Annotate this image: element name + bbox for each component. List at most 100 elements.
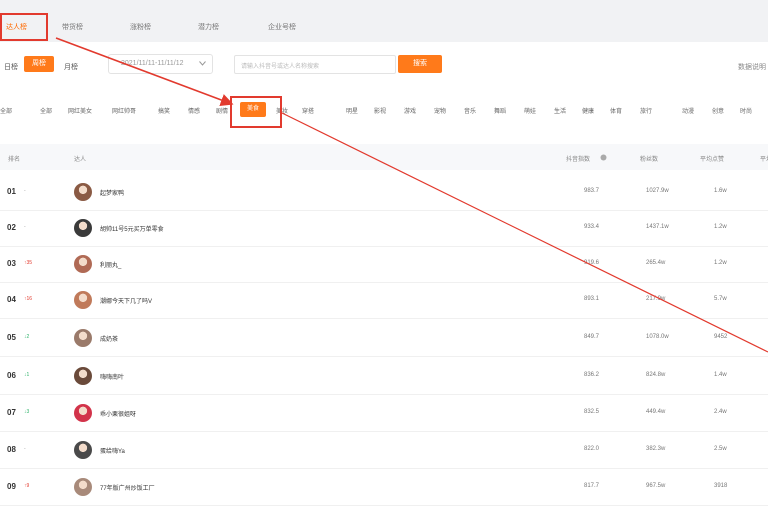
highlight-box-tab — [0, 13, 48, 41]
fans-value: 449.4w — [646, 409, 666, 415]
day-option[interactable]: 日榜 — [4, 62, 18, 72]
index-value: 849.7 — [584, 334, 600, 340]
category-item[interactable]: 宠物 — [434, 106, 446, 115]
category-item[interactable]: 游戏 — [404, 106, 416, 115]
rank-trend: ↑35 — [24, 260, 33, 266]
rank-number: 05 — [7, 333, 16, 342]
likes-value: 2.4w — [714, 409, 727, 415]
avatar[interactable] — [74, 441, 92, 459]
avatar[interactable] — [74, 255, 92, 273]
th-comments: 平均评论 — [760, 157, 768, 163]
category-item[interactable]: 时尚 — [740, 106, 752, 115]
week-option-active[interactable]: 周榜 — [24, 56, 54, 72]
category-item[interactable]: 音乐 — [464, 106, 476, 115]
rank-trend: ↑16 — [24, 296, 33, 302]
tab-4[interactable]: 企业号榜 — [268, 22, 296, 32]
influencer-name[interactable]: 蛋给嗨Ya — [100, 446, 125, 455]
month-option[interactable]: 月榜 — [64, 62, 78, 72]
info-icon[interactable] — [600, 154, 607, 161]
rank-trend: - — [24, 188, 26, 194]
rank-number: 06 — [7, 371, 16, 380]
th-rank: 排名 — [8, 157, 21, 163]
category-item[interactable]: 影视 — [374, 106, 386, 115]
table-row[interactable]: 05 ↓2 成奶茶 849.7 1078.0w 9452 — [0, 320, 768, 357]
avatar[interactable] — [74, 367, 92, 385]
table-row[interactable]: 06 ↓1 嗨嗨南叶 836.2 824.8w 1.4w — [0, 358, 768, 395]
category-item[interactable]: 剧情 — [216, 106, 228, 115]
tab-1[interactable]: 带货榜 — [62, 22, 83, 32]
likes-value: 2.5w — [714, 446, 727, 452]
fans-value: 1078.0w — [646, 334, 669, 340]
likes-value: 1.6w — [714, 188, 727, 194]
date-range-picker[interactable]: 2021/11/11-11/11/12 — [108, 54, 213, 74]
search-button[interactable]: 搜索 — [398, 55, 442, 73]
chevron-down-icon — [199, 61, 206, 66]
category-item[interactable]: 创意 — [712, 106, 724, 115]
th-index[interactable]: 抖音指数 — [566, 154, 590, 163]
influencer-name[interactable]: 77年版广州炒饭工厂 — [100, 483, 155, 492]
table-row[interactable]: 03 ↑35 利丽丸_ 919.6 265.4w 1.2w — [0, 246, 768, 283]
avatar[interactable] — [74, 183, 92, 201]
fans-value: 1437.1w — [646, 224, 669, 230]
category-item[interactable]: 全部 — [40, 106, 52, 115]
category-item[interactable]: 旅行 — [640, 106, 652, 115]
likes-value: 9452 — [714, 334, 728, 340]
category-item[interactable]: 网红帅哥 — [112, 106, 136, 115]
table-row[interactable]: 08 - 蛋给嗨Ya 822.0 382.3w 2.5w — [0, 432, 768, 469]
rank-tab-bar: 达人榜 带货榜 涨粉榜 潜力榜 企业号榜 — [0, 0, 768, 42]
avatar[interactable] — [74, 219, 92, 237]
rank-trend: ↓2 — [24, 334, 30, 340]
avatar[interactable] — [74, 478, 92, 496]
category-item[interactable]: 网红美女 — [68, 106, 92, 115]
rank-number: 09 — [7, 482, 16, 491]
th-fans: 粉丝数 — [640, 157, 659, 163]
category-item[interactable]: 穿搭 — [302, 106, 314, 115]
fans-value: 382.3w — [646, 446, 666, 452]
category-item[interactable]: 体育 — [610, 106, 622, 115]
table-header: 排名 达人 抖音指数 粉丝数 平均点赞 平均评论 — [0, 144, 768, 170]
category-item[interactable]: 情感 — [188, 106, 200, 115]
avatar[interactable] — [74, 329, 92, 347]
category-item[interactable]: 动漫 — [682, 106, 694, 115]
table-row[interactable]: 09 ↑9 77年版广州炒饭工厂 817.7 967.5w 3918 — [0, 469, 768, 506]
category-item[interactable]: 生活 — [554, 106, 566, 115]
date-range-value: 2021/11/11-11/11/12 — [121, 60, 184, 67]
influencer-name[interactable]: 嗨嗨南叶 — [100, 372, 124, 381]
rank-number: 03 — [7, 259, 16, 268]
likes-value: 1.4w — [714, 372, 727, 378]
index-value: 983.7 — [584, 188, 600, 194]
rank-trend: ↓1 — [24, 372, 30, 378]
table-row[interactable]: 01 - 起梦家鸭 983.7 1027.9w 1.6w — [0, 174, 768, 211]
rank-number: 04 — [7, 295, 16, 304]
search-placeholder: 请输入抖音号或达人名称搜索 — [241, 64, 320, 70]
data-explain-link[interactable]: 数据说明 — [738, 62, 766, 72]
table-row[interactable]: 07 ↓3 乖小栗很姐呀 832.5 449.4w 2.4w — [0, 395, 768, 432]
category-item[interactable]: 搞笑 — [158, 106, 170, 115]
rank-number: 02 — [7, 223, 16, 232]
search-input[interactable]: 请输入抖音号或达人名称搜索 — [234, 55, 396, 74]
category-item[interactable]: 萌娃 — [524, 106, 536, 115]
rank-trend: - — [24, 446, 26, 452]
influencer-name[interactable]: 潮娜今天下几了吗V — [100, 296, 152, 305]
tab-2[interactable]: 涨粉榜 — [130, 22, 151, 32]
fans-value: 967.5w — [646, 483, 666, 489]
influencer-name[interactable]: 胡帅11号5元买万单零食 — [100, 224, 164, 233]
influencer-name[interactable]: 利丽丸_ — [100, 260, 121, 269]
category-item[interactable]: 全部 — [0, 106, 12, 115]
influencer-name[interactable]: 成奶茶 — [100, 334, 118, 343]
category-item[interactable]: 健康 — [582, 106, 594, 115]
influencer-name[interactable]: 乖小栗很姐呀 — [100, 409, 136, 418]
rank-number: 01 — [7, 187, 16, 196]
avatar[interactable] — [74, 291, 92, 309]
avatar[interactable] — [74, 404, 92, 422]
category-item[interactable]: 舞蹈 — [494, 106, 506, 115]
table-row[interactable]: 04 ↑16 潮娜今天下几了吗V 893.1 217.9w 5.7w — [0, 282, 768, 319]
likes-value: 5.7w — [714, 296, 727, 302]
likes-value: 1.2w — [714, 224, 727, 230]
influencer-name[interactable]: 起梦家鸭 — [100, 188, 124, 197]
fans-value: 1027.9w — [646, 188, 669, 194]
table-row[interactable]: 02 - 胡帅11号5元买万单零食 933.4 1437.1w 1.2w — [0, 210, 768, 247]
tab-3[interactable]: 潜力榜 — [198, 22, 219, 32]
rank-number: 08 — [7, 445, 16, 454]
category-item[interactable]: 明星 — [346, 106, 358, 115]
